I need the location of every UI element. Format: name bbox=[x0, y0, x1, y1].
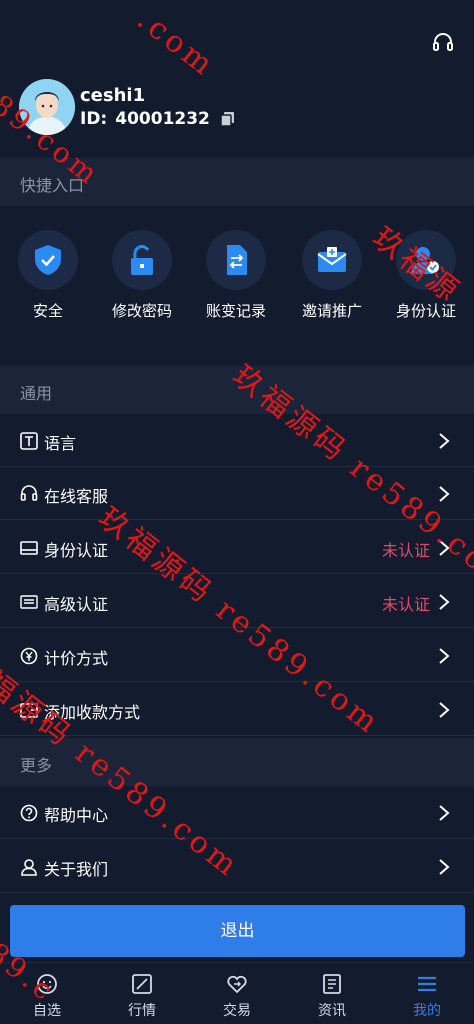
list-item-payment-method[interactable]: 添加收款方式 bbox=[0, 684, 474, 736]
list-item-help-center[interactable]: 帮助中心 bbox=[0, 787, 474, 839]
tab-label: 行情 bbox=[128, 1003, 156, 1019]
list-item-language[interactable]: 语言 bbox=[0, 415, 474, 467]
quick-item-label: 账变记录 bbox=[205, 302, 266, 320]
exchange-heart-icon bbox=[227, 975, 247, 994]
quick-item-label: 安全 bbox=[32, 302, 63, 320]
wallet-icon bbox=[20, 701, 38, 719]
tab-mine[interactable]: 我的 bbox=[380, 963, 474, 1024]
chevron-right-icon bbox=[438, 432, 450, 450]
text-box-icon bbox=[20, 432, 38, 450]
general-header: 通用 bbox=[0, 366, 474, 414]
chevron-right-icon bbox=[438, 858, 450, 876]
user-verify-icon bbox=[411, 247, 439, 274]
list-item-identity-verification[interactable]: 身份认证 未认证 bbox=[0, 522, 474, 574]
list-item-label: 语言 bbox=[44, 434, 77, 453]
user-id-prefix: ID: bbox=[80, 109, 108, 129]
list-item-customer-service[interactable]: 在线客服 bbox=[0, 468, 474, 520]
quick-item-invite[interactable]: 邀请推广 bbox=[284, 230, 380, 321]
headset-icon bbox=[20, 485, 38, 503]
tab-label: 交易 bbox=[223, 1003, 251, 1019]
watermark-text: .com bbox=[130, 2, 223, 85]
menu-lines-icon bbox=[418, 976, 436, 992]
list-item-advanced-verification[interactable]: 高级认证 未认证 bbox=[0, 576, 474, 628]
verification-status: 未认证 bbox=[381, 541, 430, 560]
quick-entry-title: 快捷入口 bbox=[20, 176, 85, 195]
tab-news[interactable]: 资讯 bbox=[285, 963, 379, 1024]
yen-circle-icon bbox=[20, 647, 38, 665]
profile-page: ceshi1 ID: 40001232 快捷入口 安全 修改密码 账变记录 邀请… bbox=[0, 0, 474, 1024]
news-icon bbox=[323, 974, 341, 994]
quick-item-account-history[interactable]: 账变记录 bbox=[188, 230, 284, 321]
user-profile: ceshi1 ID: 40001232 bbox=[19, 79, 319, 135]
user-id: 40001232 bbox=[115, 109, 210, 129]
id-card-icon bbox=[20, 539, 38, 557]
tab-favorites[interactable]: 自选 bbox=[0, 963, 94, 1024]
tab-market[interactable]: 行情 bbox=[95, 963, 189, 1024]
quick-item-change-password[interactable]: 修改密码 bbox=[94, 230, 190, 321]
list-item-label: 在线客服 bbox=[44, 487, 109, 506]
file-transfer-icon bbox=[227, 245, 247, 275]
chevron-right-icon bbox=[438, 485, 450, 503]
unlock-icon bbox=[131, 245, 153, 275]
list-item-pricing-method[interactable]: 计价方式 bbox=[0, 630, 474, 682]
chevron-right-icon bbox=[438, 647, 450, 665]
user-id-row: ID: 40001232 bbox=[80, 109, 236, 129]
list-item-about-us[interactable]: 关于我们 bbox=[0, 841, 474, 893]
tab-label: 资讯 bbox=[318, 1003, 346, 1019]
id-card-advanced-icon bbox=[20, 593, 38, 611]
chevron-right-icon bbox=[438, 701, 450, 719]
username: ceshi1 bbox=[80, 85, 146, 106]
smile-icon bbox=[37, 974, 57, 994]
list-item-label: 添加收款方式 bbox=[44, 703, 141, 722]
tab-trade[interactable]: 交易 bbox=[190, 963, 284, 1024]
shield-check-icon bbox=[35, 245, 61, 275]
bottom-tab-bar: 自选 行情 交易 资讯 我的 bbox=[0, 962, 474, 1024]
question-circle-icon bbox=[20, 804, 38, 822]
logout-button[interactable]: 退出 bbox=[10, 905, 465, 957]
list-item-label: 计价方式 bbox=[44, 649, 109, 668]
list-item-label: 身份认证 bbox=[44, 541, 109, 560]
list-item-label: 高级认证 bbox=[44, 595, 109, 614]
quick-item-label: 邀请推广 bbox=[301, 302, 362, 320]
quick-item-label: 身份认证 bbox=[395, 302, 456, 320]
quick-entry-header: 快捷入口 bbox=[0, 158, 474, 206]
chevron-right-icon bbox=[438, 593, 450, 611]
chart-square-icon bbox=[132, 974, 152, 994]
user-icon bbox=[20, 858, 38, 876]
tab-label: 自选 bbox=[33, 1003, 61, 1019]
chevron-right-icon bbox=[438, 539, 450, 557]
tab-label: 我的 bbox=[413, 1003, 441, 1019]
verification-status: 未认证 bbox=[381, 595, 430, 614]
more-title: 更多 bbox=[20, 756, 53, 775]
quick-item-security[interactable]: 安全 bbox=[0, 230, 96, 321]
list-item-label: 帮助中心 bbox=[44, 806, 109, 825]
quick-item-identity[interactable]: 身份认证 bbox=[378, 230, 474, 321]
list-item-label: 关于我们 bbox=[44, 860, 109, 879]
quick-entry-grid: 安全 修改密码 账变记录 邀请推广 身份认证 bbox=[0, 206, 474, 362]
quick-item-label: 修改密码 bbox=[111, 302, 172, 320]
more-header: 更多 bbox=[0, 738, 474, 786]
general-title: 通用 bbox=[20, 384, 53, 403]
copy-icon[interactable] bbox=[220, 111, 236, 127]
chevron-right-icon bbox=[438, 804, 450, 822]
envelope-icon bbox=[317, 247, 347, 272]
avatar[interactable] bbox=[19, 79, 75, 135]
headset-icon[interactable] bbox=[432, 32, 454, 54]
